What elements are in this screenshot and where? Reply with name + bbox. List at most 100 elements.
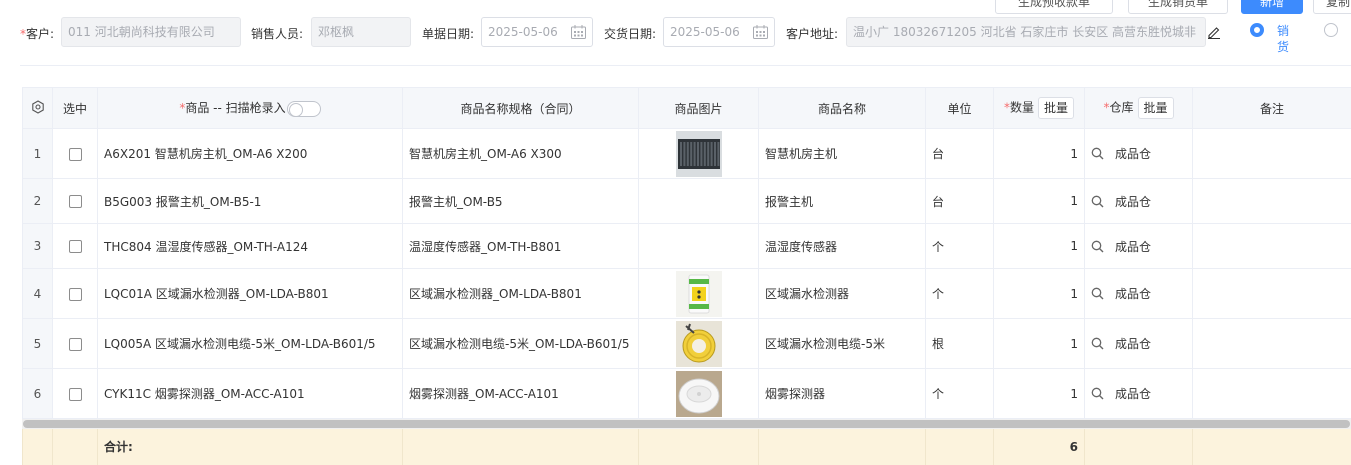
spec-cell[interactable]: 区域漏水检测电缆-5米_OM-LDA-B601/5 [402,318,639,369]
copy-button[interactable]: 复制 [1313,0,1351,14]
remark-cell[interactable] [1192,268,1351,319]
product-cell[interactable]: A6X201 智慧机房主机_OM-A6 X200 [97,128,403,179]
salesperson-field[interactable]: 邓枢枫 [311,17,411,47]
spec-cell[interactable]: 温湿度传感器_OM-TH-B801 [402,223,639,269]
settings-icon[interactable] [31,99,45,114]
warehouse-value: 成品仓 [1115,194,1152,209]
qty-cell[interactable]: 1 [993,318,1085,369]
product-cell[interactable]: LQ005A 区域漏水检测电缆-5米_OM-LDA-B601/5 [97,318,403,369]
remark-cell[interactable] [1192,318,1351,369]
footer-cell [22,429,53,465]
row-checkbox[interactable] [68,147,82,161]
spec-cell[interactable]: 烟雾探测器_OM-ACC-A101 [402,368,639,419]
row-number: 5 [22,318,53,369]
table-row[interactable]: 5 LQ005A 区域漏水检测电缆-5米_OM-LDA-B601/5 区域漏水检测电… [22,318,1351,369]
product-cell[interactable]: B5G003 报警主机_OM-B5-1 [97,178,403,224]
row-select-cell[interactable] [52,368,98,419]
spec-cell[interactable]: 报警主机_OM-B5 [402,178,639,224]
generate-receipt-button[interactable]: 生成预收款单 [995,0,1113,14]
header-product: *商品 -- 扫描枪录入 [97,87,403,129]
warehouse-value: 成品仓 [1115,387,1152,401]
product-image[interactable] [675,320,722,367]
product-image[interactable] [675,130,722,177]
qty-cell[interactable]: 1 [993,223,1085,269]
calendar-icon [571,25,586,39]
warehouse-batch-button[interactable]: 批量 [1137,97,1174,119]
customer-field[interactable]: 011 河北朝尚科技有限公司 [61,17,241,47]
warehouse-value: 成品仓 [1115,239,1152,254]
qty-cell[interactable]: 1 [993,178,1085,224]
search-icon[interactable] [1091,147,1104,160]
table-row[interactable]: 2 B5G003 报警主机_OM-B5-1 报警主机_OM-B5 报警主机台 1 成品仓 [22,178,1351,224]
warehouse-cell[interactable]: 成品仓 [1084,223,1193,269]
product-cell[interactable]: THC804 温湿度传感器_OM-TH-A124 [97,223,403,269]
row-checkbox[interactable] [68,337,82,351]
warehouse-cell[interactable]: 成品仓 [1084,368,1193,419]
search-icon[interactable] [1091,387,1104,400]
radio-sale[interactable] [1250,23,1264,37]
unit-cell: 个 [925,368,994,419]
row-checkbox[interactable] [68,387,82,401]
delivery-date-picker[interactable]: 2025-05-06 [663,17,775,47]
image-cell[interactable] [638,268,759,319]
remark-cell[interactable] [1192,128,1351,179]
header-warehouse-label: 仓库 [1109,100,1134,115]
image-cell[interactable] [638,128,759,179]
product-image[interactable] [675,270,722,317]
column-settings-header[interactable] [22,87,53,129]
qty-cell[interactable]: 1 [993,368,1085,419]
remark-cell[interactable] [1192,223,1351,269]
warehouse-cell[interactable]: 成品仓 [1084,128,1193,179]
header-image: 商品图片 [638,87,759,129]
scroll-thumb[interactable] [23,420,1350,428]
table-row[interactable]: 6 CYK11C 烟雾探测器_OM-ACC-A101 烟雾探测器_OM-ACC-A1… [22,368,1351,419]
footer-cell [758,429,926,465]
generate-sale-button[interactable]: 生成销货单 [1128,0,1228,14]
row-number: 3 [22,223,53,269]
edit-icon[interactable] [1207,25,1221,39]
qty-cell[interactable]: 1 [993,128,1085,179]
search-icon[interactable] [1091,337,1104,350]
product-image[interactable] [675,370,722,417]
horizontal-scrollbar[interactable] [22,419,1351,429]
search-icon[interactable] [1091,287,1104,300]
row-select-cell[interactable] [52,268,98,319]
warehouse-cell[interactable]: 成品仓 [1084,178,1193,224]
row-select-cell[interactable] [52,318,98,369]
row-number: 6 [22,368,53,419]
remark-cell[interactable] [1192,178,1351,224]
row-select-cell[interactable] [52,223,98,269]
row-checkbox[interactable] [68,195,82,208]
scanner-toggle[interactable] [286,100,321,117]
table-row[interactable]: 3 THC804 温湿度传感器_OM-TH-A124 温湿度传感器_OM-TH-B8… [22,223,1351,269]
search-icon[interactable] [1091,195,1104,208]
image-cell[interactable] [638,178,759,224]
row-select-cell[interactable] [52,128,98,179]
table-row[interactable]: 4 LQC01A 区域漏水检测器_OM-LDA-B801 区域漏水检测器_OM-LD… [22,268,1351,319]
table-row[interactable]: 1 A6X201 智慧机房主机_OM-A6 X200 智慧机房主机_OM-A6 X3… [22,128,1351,179]
product-cell[interactable]: LQC01A 区域漏水检测器_OM-LDA-B801 [97,268,403,319]
image-cell[interactable] [638,368,759,419]
salesperson-label: 销售人员: [251,27,304,41]
qty-cell[interactable]: 1 [993,268,1085,319]
search-icon[interactable] [1091,240,1104,253]
spec-cell[interactable]: 区域漏水检测器_OM-LDA-B801 [402,268,639,319]
row-select-cell[interactable] [52,178,98,224]
radio-other[interactable] [1324,23,1338,37]
warehouse-value: 成品仓 [1115,337,1152,351]
row-checkbox[interactable] [68,240,82,253]
image-cell[interactable] [638,318,759,369]
add-button[interactable]: 新增 [1241,0,1303,14]
radio-sale-label[interactable]: 销货 [1277,23,1289,55]
qty-batch-button[interactable]: 批量 [1038,97,1075,119]
doc-date-picker[interactable]: 2025-05-06 [481,17,593,47]
product-cell[interactable]: CYK11C 烟雾探测器_OM-ACC-A101 [97,368,403,419]
name-cell: 区域漏水检测电缆-5米 [758,318,926,369]
warehouse-cell[interactable]: 成品仓 [1084,318,1193,369]
warehouse-cell[interactable]: 成品仓 [1084,268,1193,319]
address-field[interactable]: 温小广 18032671205 河北省 石家庄市 长安区 高营东胜悦城非 [846,17,1206,47]
image-cell[interactable] [638,223,759,269]
spec-cell[interactable]: 智慧机房主机_OM-A6 X300 [402,128,639,179]
remark-cell[interactable] [1192,368,1351,419]
row-checkbox[interactable] [68,287,82,301]
